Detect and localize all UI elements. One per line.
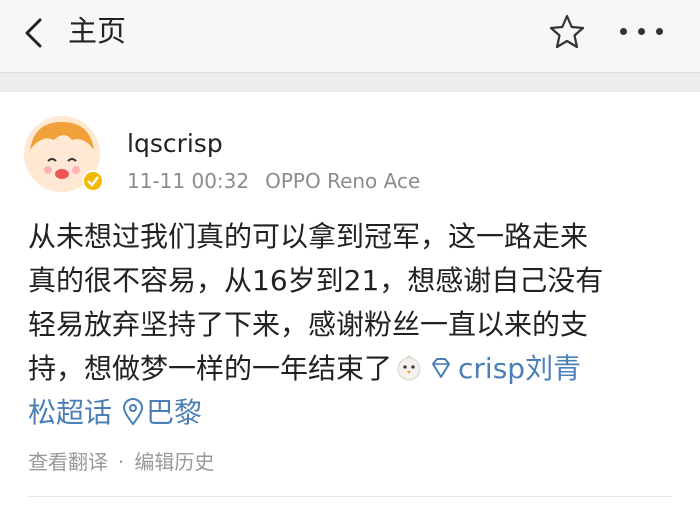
star-outline-icon[interactable]: [548, 13, 586, 51]
more-dots-icon[interactable]: [620, 28, 666, 38]
location-link[interactable]: 巴黎: [112, 396, 202, 429]
diamond-icon: [432, 358, 451, 378]
chevron-left-icon[interactable]: [22, 18, 46, 48]
topic-link[interactable]: crisp刘青: [428, 352, 581, 385]
footer-separator: ·: [118, 450, 125, 474]
post-text-line: 真的很不容易，从16岁到21，想感谢自己没有: [28, 264, 604, 297]
topic-link-continued[interactable]: 松超话: [28, 396, 112, 429]
post-content: 从未想过我们真的可以拿到冠军，这一路走来 真的很不容易，从16岁到21，想感谢自…: [28, 215, 678, 435]
post-text-line: 持，想做梦一样的一年结束了: [28, 352, 393, 385]
page-title: 主页: [68, 14, 127, 48]
location-text[interactable]: 巴黎: [146, 396, 202, 429]
top-navigation-bar: 主页: [0, 0, 700, 73]
post-text-line: 从未想过我们真的可以拿到冠军，这一路走来: [28, 220, 589, 253]
topic-link-text[interactable]: crisp刘青: [458, 352, 581, 385]
verified-badge-icon: [82, 170, 104, 192]
post-footer: 查看翻译 · 编辑历史: [28, 450, 214, 474]
edit-history-link[interactable]: 编辑历史: [134, 450, 214, 474]
post-text-line-links: 松超话 巴黎: [28, 391, 678, 435]
post-text-line: 轻易放弃坚持了下来，感谢粉丝一直以来的支: [28, 308, 589, 341]
divider: [28, 496, 672, 497]
location-pin-icon: [123, 398, 144, 426]
chick-emoji-icon: [397, 355, 421, 381]
post-text-line-last: 持，想做梦一样的一年结束了 crisp刘青: [28, 347, 678, 391]
username[interactable]: lqscrisp: [127, 129, 223, 159]
post-device: OPPO Reno Ace: [265, 169, 421, 193]
post-meta: 11-11 00:32 OPPO Reno Ace: [127, 169, 420, 193]
translate-link[interactable]: 查看翻译: [28, 450, 108, 474]
post-timestamp: 11-11 00:32: [127, 169, 250, 193]
post-card: lqscrisp 11-11 00:32 OPPO Reno Ace 从未想过我们…: [0, 92, 700, 511]
